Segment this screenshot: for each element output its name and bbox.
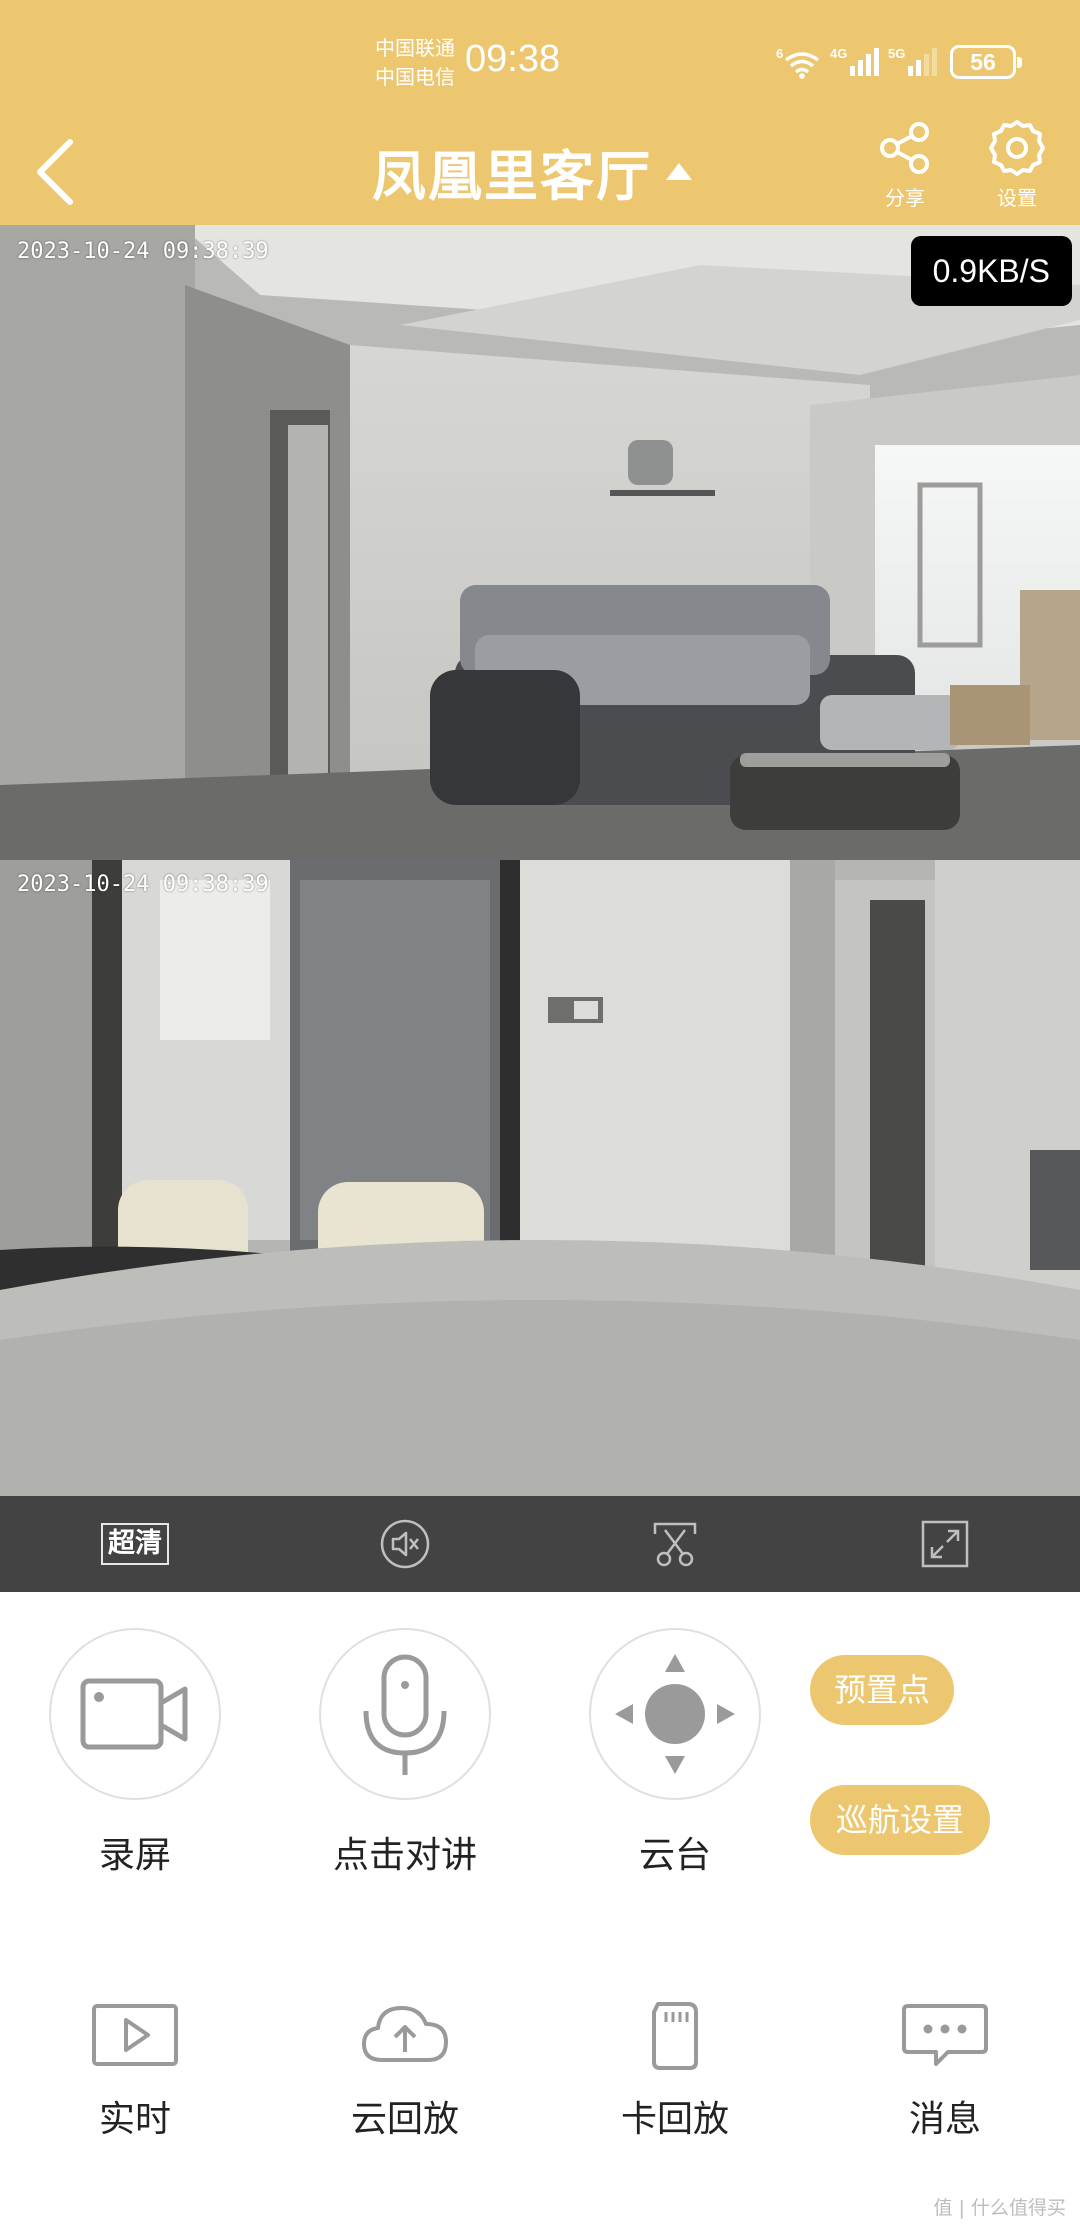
nav-cloud-playback-label: 云回放 <box>350 2099 459 2140</box>
network-5g-label: 5G <box>888 46 905 61</box>
wifi-icon: 6 <box>776 46 820 79</box>
mute-button[interactable] <box>355 1496 455 1592</box>
share-icon <box>880 122 929 174</box>
network-4g-label: 4G <box>830 46 847 61</box>
carrier-1: 中国联通 <box>375 36 455 60</box>
fullscreen-icon <box>921 1520 969 1568</box>
video-control-bar: 超清 <box>0 1496 1080 1592</box>
record-button[interactable] <box>49 1628 221 1800</box>
video-timestamp-bottom: 2023-10-24 09:38:39 <box>17 872 269 897</box>
gear-icon <box>989 120 1045 176</box>
ptz-dpad-icon <box>615 1654 735 1774</box>
cloud-upload-icon <box>362 2006 448 2062</box>
preset-button[interactable]: 预置点 <box>810 1655 954 1725</box>
talk-button[interactable] <box>319 1628 491 1800</box>
nav-cloud-playback[interactable]: 云回放 <box>305 2000 505 2170</box>
top-header: 中国联通 中国电信 09:38 6 4G 5G 56 凤凰里客厅 分享 设置 <box>0 0 1080 225</box>
talk-label: 点击对讲 <box>332 1835 477 1876</box>
video-timestamp-top: 2023-10-24 09:38:39 <box>17 239 269 264</box>
kitchen-image <box>0 860 1080 1496</box>
signal-5g-icon: 5G <box>888 46 937 76</box>
carrier-2: 中国电信 <box>375 65 455 89</box>
sd-card-icon <box>652 2002 698 2070</box>
status-bar: 中国联通 中国电信 09:38 6 4G 5G 56 <box>0 0 1080 120</box>
fullscreen-button[interactable] <box>895 1496 995 1592</box>
play-icon <box>92 2004 178 2066</box>
signal-4g-icon: 4G <box>830 46 879 76</box>
back-button[interactable] <box>28 130 88 210</box>
video-feed-top[interactable]: 2023-10-24 09:38:39 <box>0 225 1080 860</box>
microphone-icon <box>363 1654 447 1775</box>
ptz-button[interactable] <box>589 1628 761 1800</box>
record-label: 录屏 <box>98 1835 171 1876</box>
share-label: 分享 <box>885 186 925 210</box>
quality-button[interactable]: 超清 <box>85 1496 185 1592</box>
wifi-label: 6 <box>776 46 783 61</box>
settings-button[interactable]: 设置 <box>972 118 1062 218</box>
message-icon <box>902 2004 988 2066</box>
video-feed-bottom[interactable]: 2023-10-24 09:38:39 <box>0 860 1080 1496</box>
mute-icon <box>380 1519 430 1569</box>
nav-card-playback[interactable]: 卡回放 <box>575 2000 775 2170</box>
nav-live[interactable]: 实时 <box>35 2000 235 2170</box>
battery-icon: 56 <box>950 45 1022 79</box>
video-camera-icon <box>80 1678 188 1750</box>
share-button[interactable]: 分享 <box>860 118 950 218</box>
page-title: 凤凰里客厅 <box>372 144 652 208</box>
bitrate-badge: 0.9KB/S <box>910 236 1072 306</box>
nav-card-playback-label: 卡回放 <box>620 2099 729 2140</box>
nav-messages[interactable]: 消息 <box>845 2000 1045 2170</box>
status-time: 09:38 <box>465 38 561 80</box>
settings-label: 设置 <box>997 186 1037 210</box>
watermark: 值 | 什么值得买 <box>933 2197 1066 2219</box>
dropdown-caret-icon <box>666 162 692 180</box>
cruise-settings-button[interactable]: 巡航设置 <box>810 1785 990 1855</box>
nav-messages-label: 消息 <box>908 2099 981 2140</box>
living-room-image <box>0 225 1080 860</box>
screenshot-scissors-icon <box>653 1522 697 1567</box>
back-arrow-icon <box>37 139 73 205</box>
ptz-label: 云台 <box>638 1835 711 1876</box>
screenshot-button[interactable] <box>625 1496 725 1592</box>
quality-label: 超清 <box>101 1523 169 1565</box>
camera-selector[interactable]: 凤凰里客厅 <box>372 138 692 208</box>
carrier-names: 中国联通 中国电信 <box>375 34 455 92</box>
nav-live-label: 实时 <box>98 2099 171 2140</box>
